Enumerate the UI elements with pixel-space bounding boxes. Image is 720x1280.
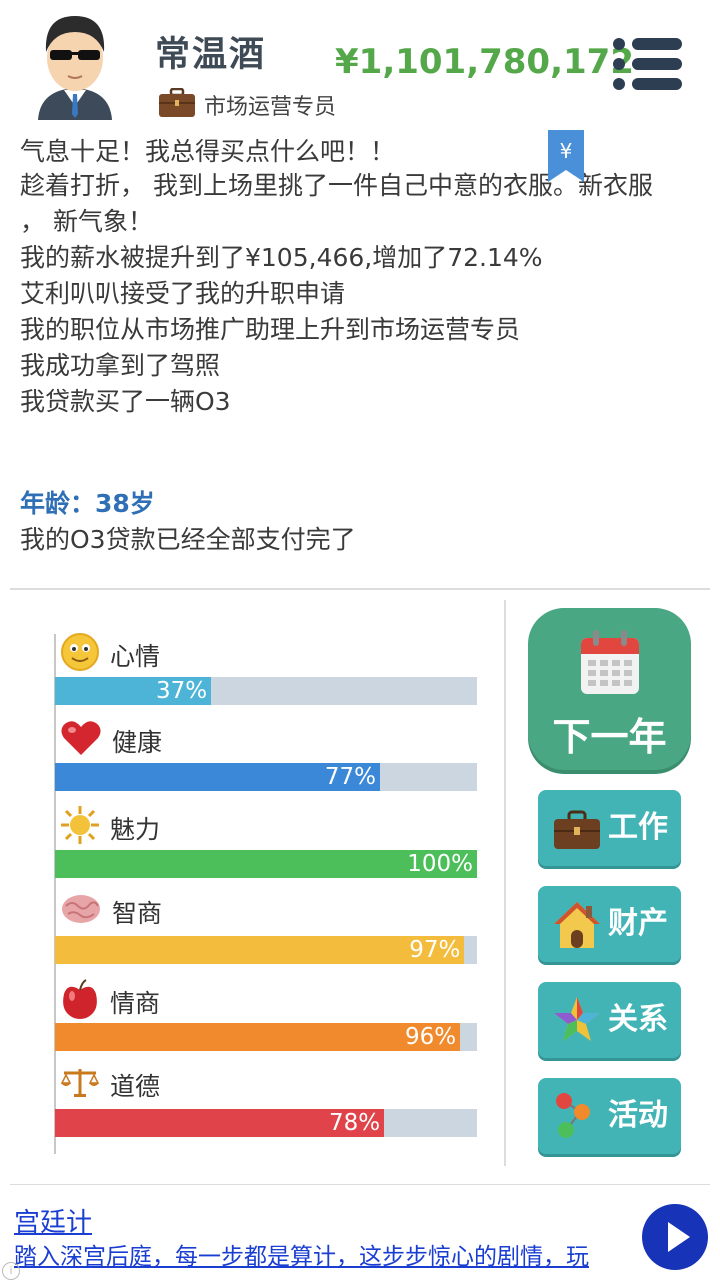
mood-bar-fill: 37% [55,677,212,705]
sun-icon [60,805,100,851]
charm-value: 100% [407,851,473,877]
mood-value: 37% [156,678,208,704]
heart-icon [60,719,102,763]
assets-label: 财产 [608,906,668,941]
age-heading: 年龄：38岁 [20,489,155,518]
stat-morality: 道德 [60,1065,160,1105]
play-icon [668,1222,690,1252]
stats-axis [54,634,56,1154]
play-button[interactable] [642,1204,708,1270]
brain-icon [60,892,102,932]
star-icon [552,994,602,1046]
health-value: 77% [324,764,376,790]
charm-bar-fill: 100% [55,850,477,878]
stats-panel: 心情 37% 健康 77% 魅力 100% 智商 97% 情商 96% 道德 7… [0,590,500,1170]
relations-button[interactable]: 关系 [538,982,681,1058]
stat-mood: 心情 [60,632,160,678]
apple-icon [60,978,100,1026]
stat-label: 智商 [112,899,163,928]
iq-bar-fill: 97% [55,936,465,964]
bookmark-symbol: ¥ [560,139,573,163]
stat-label: 心情 [110,642,161,671]
ad-title-link[interactable]: 宫廷计 [14,1202,92,1239]
stat-label: 情商 [110,989,161,1018]
log-line: ， 新气象！ [20,207,153,236]
stat-label: 健康 [112,728,163,757]
activity-dots-icon [552,1090,602,1142]
header: 常温酒 ¥1,101,780,172 市场运营专员 [0,0,720,130]
next-year-button[interactable]: 下一年 [528,608,691,770]
stat-label: 道德 [110,1072,161,1101]
iq-bar: 97% [55,936,477,964]
mood-bar: 37% [55,677,477,705]
money-balance: ¥1,101,780,172 [335,42,634,82]
assets-button[interactable]: 财产 [538,886,681,962]
morality-value: 78% [329,1110,381,1136]
scale-icon [60,1065,100,1105]
briefcase-icon [158,87,196,122]
avatar[interactable] [30,10,120,120]
log-line: 我贷款买了一辆O3 [20,387,231,416]
smiley-icon [60,632,100,678]
briefcase-icon [552,802,602,854]
morality-bar: 78% [55,1109,477,1137]
activities-label: 活动 [608,1098,668,1133]
log-line: 我的O3贷款已经全部支付完了 [20,525,356,554]
ad-text-link[interactable]: 踏入深宫后庭，每一步都是算计，这步步惊心的剧情，玩 [14,1237,589,1271]
footer-divider [10,1184,710,1185]
stat-charm: 魅力 [60,805,160,851]
vertical-divider [504,600,506,1166]
salary-bookmark-icon: ¥ [546,130,586,182]
log-line: 我的职位从市场推广助理上升到市场运营专员 [20,315,521,344]
stat-eq: 情商 [60,978,160,1026]
health-bar: 77% [55,763,477,791]
stat-health: 健康 [60,719,162,763]
house-icon [552,898,602,950]
stat-label: 魅力 [110,815,161,844]
morality-bar-fill: 78% [55,1109,385,1137]
eq-bar: 96% [55,1023,477,1051]
info-icon[interactable]: i [2,1262,20,1280]
iq-value: 97% [409,937,461,963]
health-bar-fill: 77% [55,763,380,791]
event-log[interactable]: 气息十足！我总得买点什么吧！！ 趁着打折， 我到上场里挑了一件自己中意的衣服。新… [0,130,720,586]
work-button[interactable]: 工作 [538,790,681,866]
log-line: 我成功拿到了驾照 [20,351,221,380]
charm-bar: 100% [55,850,477,878]
job-title-row: 市场运营专员 [158,87,337,122]
work-label: 工作 [608,810,668,845]
log-line: 气息十足！我总得买点什么吧！！ [20,137,396,166]
next-year-label: 下一年 [552,715,667,759]
player-name: 常温酒 [155,35,267,75]
job-title: 市场运营专员 [204,95,337,120]
menu-icon[interactable] [612,36,684,92]
relations-label: 关系 [608,1002,668,1037]
eq-bar-fill: 96% [55,1023,461,1051]
activities-button[interactable]: 活动 [538,1078,681,1154]
calendar-icon [580,630,640,700]
stat-iq: 智商 [60,892,162,932]
log-line: 我的薪水被提升到了¥105,466,增加了72.14% [20,243,543,272]
log-line: 艾利叭叭接受了我的升职申请 [20,279,346,308]
eq-value: 96% [404,1024,457,1050]
